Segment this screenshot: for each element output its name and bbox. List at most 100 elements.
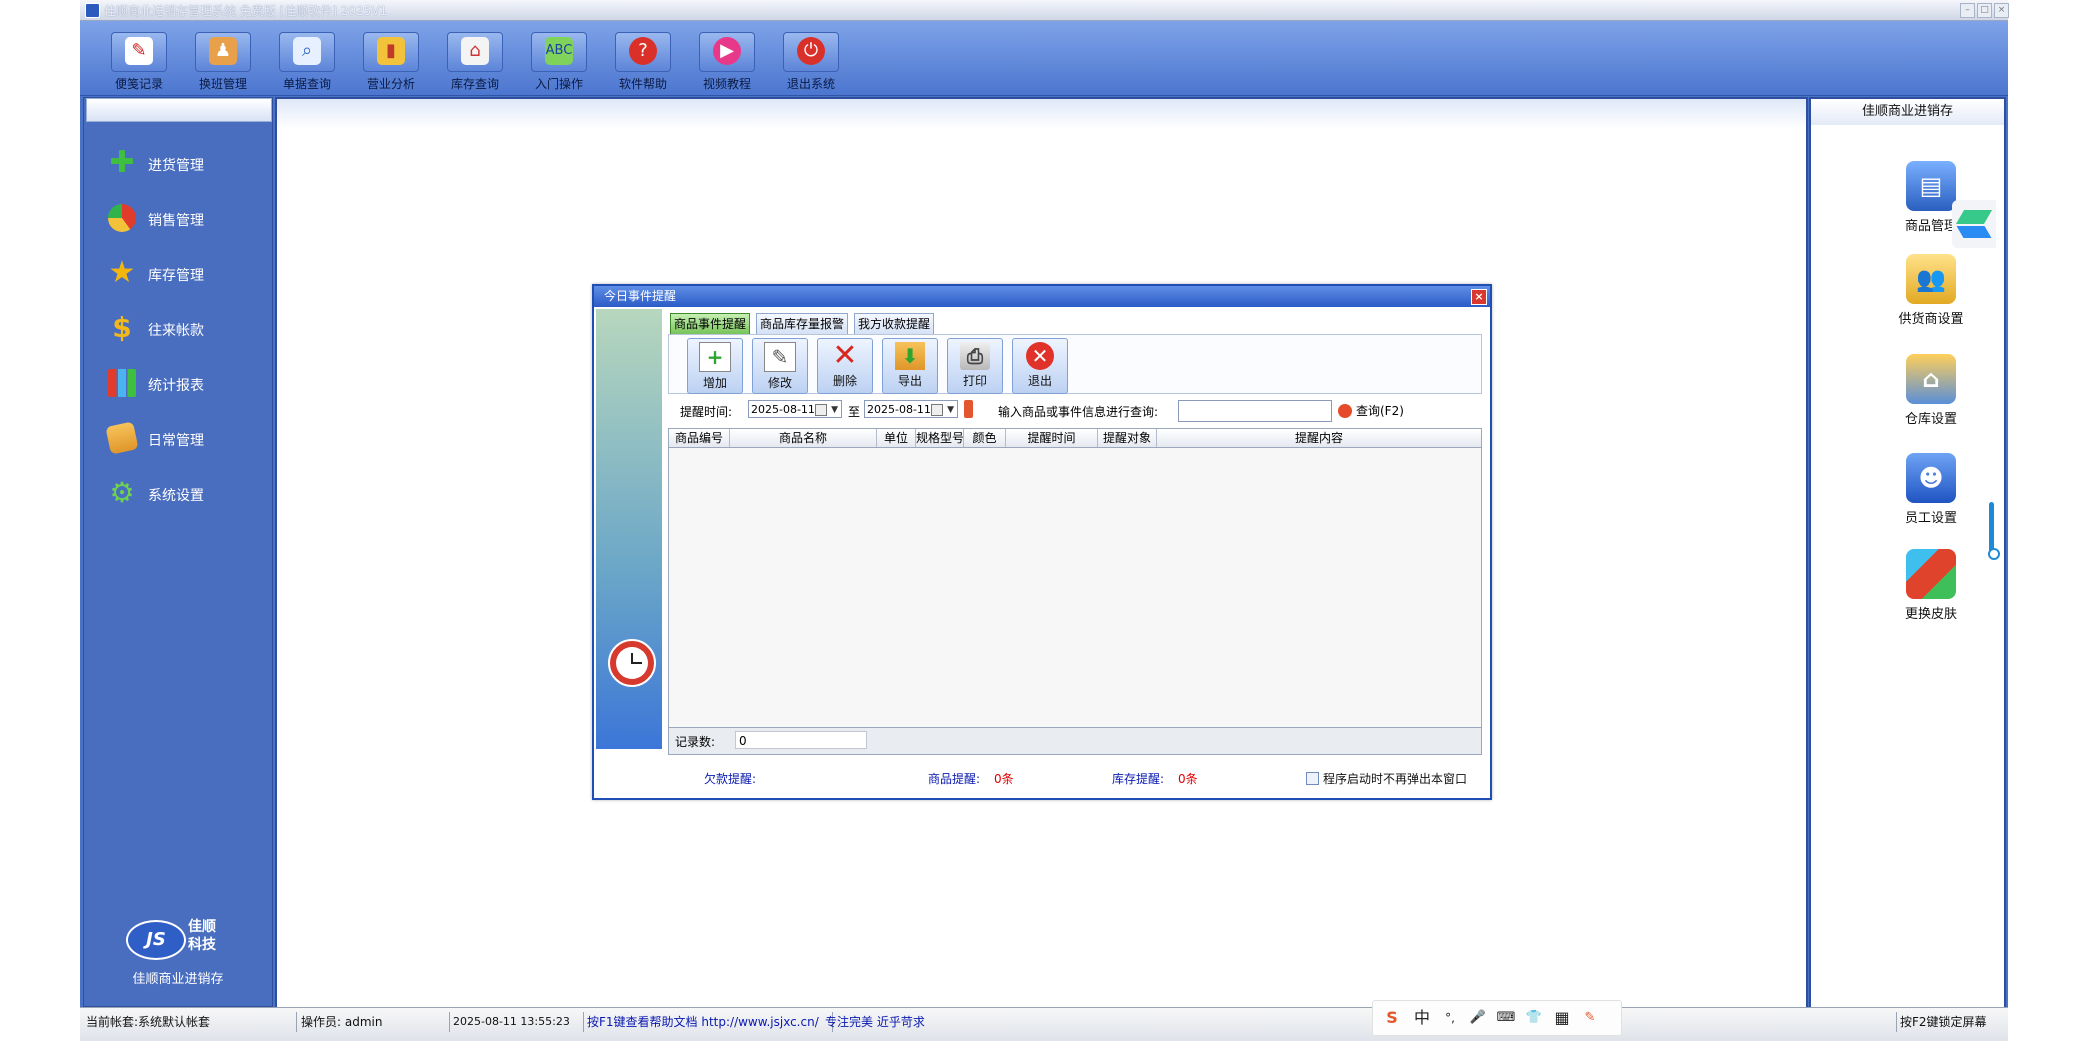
folder-icon [105, 421, 139, 455]
status-account: 当前帐套:系统默认帐套 [83, 1012, 297, 1032]
skin-shirt-icon[interactable]: 👕 [1523, 1008, 1545, 1028]
no-popup-option[interactable]: 程序启动时不再弹出本窗口 [1306, 770, 1467, 787]
toolbar-intro-button[interactable]: ABC 入门操作 [530, 32, 588, 91]
date-to-label: 至 [848, 405, 861, 419]
shortcut-warehouse-settings[interactable]: ⌂ 仓库设置 [1871, 354, 1991, 427]
nav-item-daily[interactable]: 日常管理 [105, 421, 266, 455]
tab-payment-reminder[interactable]: 我方收款提醒 [854, 313, 935, 335]
shortcut-change-skin[interactable]: 更换皮肤 [1871, 549, 1991, 622]
toolbar-label: 入门操作 [534, 77, 583, 91]
nav-item-purchase[interactable]: ✚ 进货管理 [106, 146, 266, 180]
toolbar-stock-button[interactable]: ⌂ 库存查询 [446, 32, 504, 91]
dialog-title-bar: 今日事件提醒 × [594, 286, 1490, 307]
toolbar-memo-button[interactable]: ✎ 便笺记录 [110, 32, 168, 91]
grid-menu-icon[interactable]: ▦ [1551, 1008, 1573, 1028]
nav-item-label: 系统设置 [148, 488, 204, 504]
toolbar-query-button[interactable]: ⌕ 单据查询 [278, 32, 336, 91]
pen-icon[interactable]: ✎ [1579, 1008, 1601, 1028]
workspace-header [277, 99, 1806, 129]
date-range-toggle[interactable] [964, 400, 973, 418]
house-gear-icon: ⌂ [1906, 354, 1956, 404]
no-popup-checkbox[interactable] [1306, 772, 1319, 785]
sogou-logo-icon[interactable]: S [1381, 1008, 1403, 1028]
scroll-handle[interactable] [1989, 502, 1994, 552]
minimize-button[interactable]: – [1960, 3, 1975, 18]
left-nav-header [86, 98, 272, 122]
toolbar-label: 视频教程 [702, 77, 751, 91]
exit-button[interactable]: ✕ 退出 [1012, 338, 1068, 394]
toolbar-label: 便笺记录 [114, 77, 163, 91]
ime-punctuation-icon[interactable]: °, [1439, 1008, 1461, 1028]
toolbar-shift-button[interactable]: ♟ 换班管理 [194, 32, 252, 91]
export-button[interactable]: ⬇ 导出 [882, 338, 938, 394]
query-row: 提醒时间: 2025-08-11 ▼ 至 2025-08-11 ▼ 输入商品或事… [668, 400, 1480, 422]
today-events-dialog: 今日事件提醒 × 商品事件提醒 商品库存量报警 我方收款提醒 + 增加 ✎ 修改… [592, 284, 1492, 800]
dollar-icon: $ [112, 311, 132, 344]
add-button[interactable]: + 增加 [687, 338, 743, 394]
power-icon: ⏻ [797, 37, 825, 65]
status-datetime: 2025-08-11 13:55:23 [450, 1012, 584, 1032]
delete-button[interactable]: ✕ 删除 [817, 338, 873, 394]
search-button[interactable]: 查询(F2) [1338, 402, 1404, 419]
column-color[interactable]: 颜色 [964, 429, 1006, 447]
tab-goods-events[interactable]: 商品事件提醒 [670, 313, 751, 335]
toolbar-analysis-button[interactable]: ▮ 营业分析 [362, 32, 420, 91]
left-nav-panel: ✚ 进货管理 销售管理 ★ 库存管理 $ 往来帐款 统计报表 日常管理 ⚙ 系统… [83, 97, 273, 1007]
nav-item-settings[interactable]: ⚙ 系统设置 [106, 476, 266, 510]
keyboard-icon[interactable]: ⌨ [1495, 1008, 1517, 1028]
dialog-summary-bar: 欠款提醒: 商品提醒: 0条 库存提醒: 0条 程序启动时不再弹出本窗口 [594, 758, 1490, 796]
toolbar-exit-button[interactable]: ⏻ 退出系统 [782, 32, 840, 91]
tab-stock-alarm[interactable]: 商品库存量报警 [756, 313, 849, 335]
close-button[interactable]: × [1994, 3, 2009, 18]
column-reminder-target[interactable]: 提醒对象 [1098, 429, 1157, 447]
edit-button[interactable]: ✎ 修改 [752, 338, 808, 394]
right-panel-title: 佳顺商业进销存 [1811, 99, 2004, 125]
nav-item-label: 库存管理 [148, 268, 204, 284]
shortcut-employee-settings[interactable]: ☻ 员工设置 [1871, 453, 1991, 526]
clock-icon [608, 639, 656, 687]
title-bar: 佳顺商业进销存管理系统 免费版 [佳顺软件] 2025V1 – □ × [80, 0, 2009, 21]
maximize-button[interactable]: □ [1977, 3, 1992, 18]
status-help-link[interactable]: 按F1键查看帮助文档 http://www.jsjxc.cn/ [584, 1012, 833, 1032]
delete-x-icon: ✕ [832, 338, 858, 373]
nav-item-accounts[interactable]: $ 往来帐款 [106, 311, 266, 345]
toolbar-label: 软件帮助 [618, 77, 667, 91]
memo-icon: ✎ [125, 37, 153, 65]
dialog-toolbar: + 增加 ✎ 修改 ✕ 删除 ⬇ 导出 ⎙ 打印 ✕ 退出 [668, 334, 1482, 394]
magnifier-icon: ⌕ [293, 37, 321, 65]
toolbar-video-button[interactable]: ▶ 视频教程 [698, 32, 756, 91]
column-unit[interactable]: 单位 [877, 429, 916, 447]
scroll-handle-dot[interactable] [1988, 548, 2000, 560]
dialog-close-button[interactable]: × [1471, 289, 1487, 305]
star-icon: ★ [108, 255, 136, 290]
column-spec[interactable]: 规格型号 [916, 429, 964, 447]
dialog-title: 今日事件提醒 [604, 289, 677, 303]
column-goods-code[interactable]: 商品编号 [669, 429, 730, 447]
microphone-icon[interactable]: 🎤 [1467, 1008, 1489, 1028]
warehouse-icon: ⌂ [461, 37, 489, 65]
nav-item-inventory[interactable]: ★ 库存管理 [106, 256, 266, 290]
nav-item-reports[interactable]: 统计报表 [106, 366, 266, 400]
print-button[interactable]: ⎙ 打印 [947, 338, 1003, 394]
debt-reminder-label: 欠款提醒: [704, 772, 757, 786]
stock-reminder-value: 0条 [1178, 772, 1198, 786]
date-from-picker[interactable]: 2025-08-11 ▼ [748, 400, 842, 418]
button-label: 打印 [962, 374, 987, 388]
column-reminder-time[interactable]: 提醒时间 [1006, 429, 1098, 447]
nav-item-sales[interactable]: 销售管理 [106, 201, 266, 235]
shortcut-label: 员工设置 [1904, 511, 1957, 526]
abc-icon: ABC [545, 37, 573, 65]
events-table[interactable]: 商品编号 商品名称 单位 规格型号 颜色 提醒时间 提醒对象 提醒内容 [668, 428, 1482, 740]
search-input[interactable] [1178, 400, 1332, 422]
export-icon: ⬇ [895, 342, 925, 370]
floating-side-widget[interactable] [1952, 200, 1996, 248]
column-goods-name[interactable]: 商品名称 [730, 429, 877, 447]
column-reminder-content[interactable]: 提醒内容 [1157, 429, 1481, 447]
shortcut-supplier-settings[interactable]: 👥 供货商设置 [1871, 254, 1991, 327]
toolbar-label: 退出系统 [786, 77, 835, 91]
search-icon [1338, 404, 1352, 418]
ime-chinese-mode[interactable]: 中 [1411, 1008, 1433, 1028]
date-to-picker[interactable]: 2025-08-11 ▼ [864, 400, 958, 418]
toolbar-help-button[interactable]: ? 软件帮助 [614, 32, 672, 91]
edit-doc-icon: ✎ [764, 342, 796, 372]
